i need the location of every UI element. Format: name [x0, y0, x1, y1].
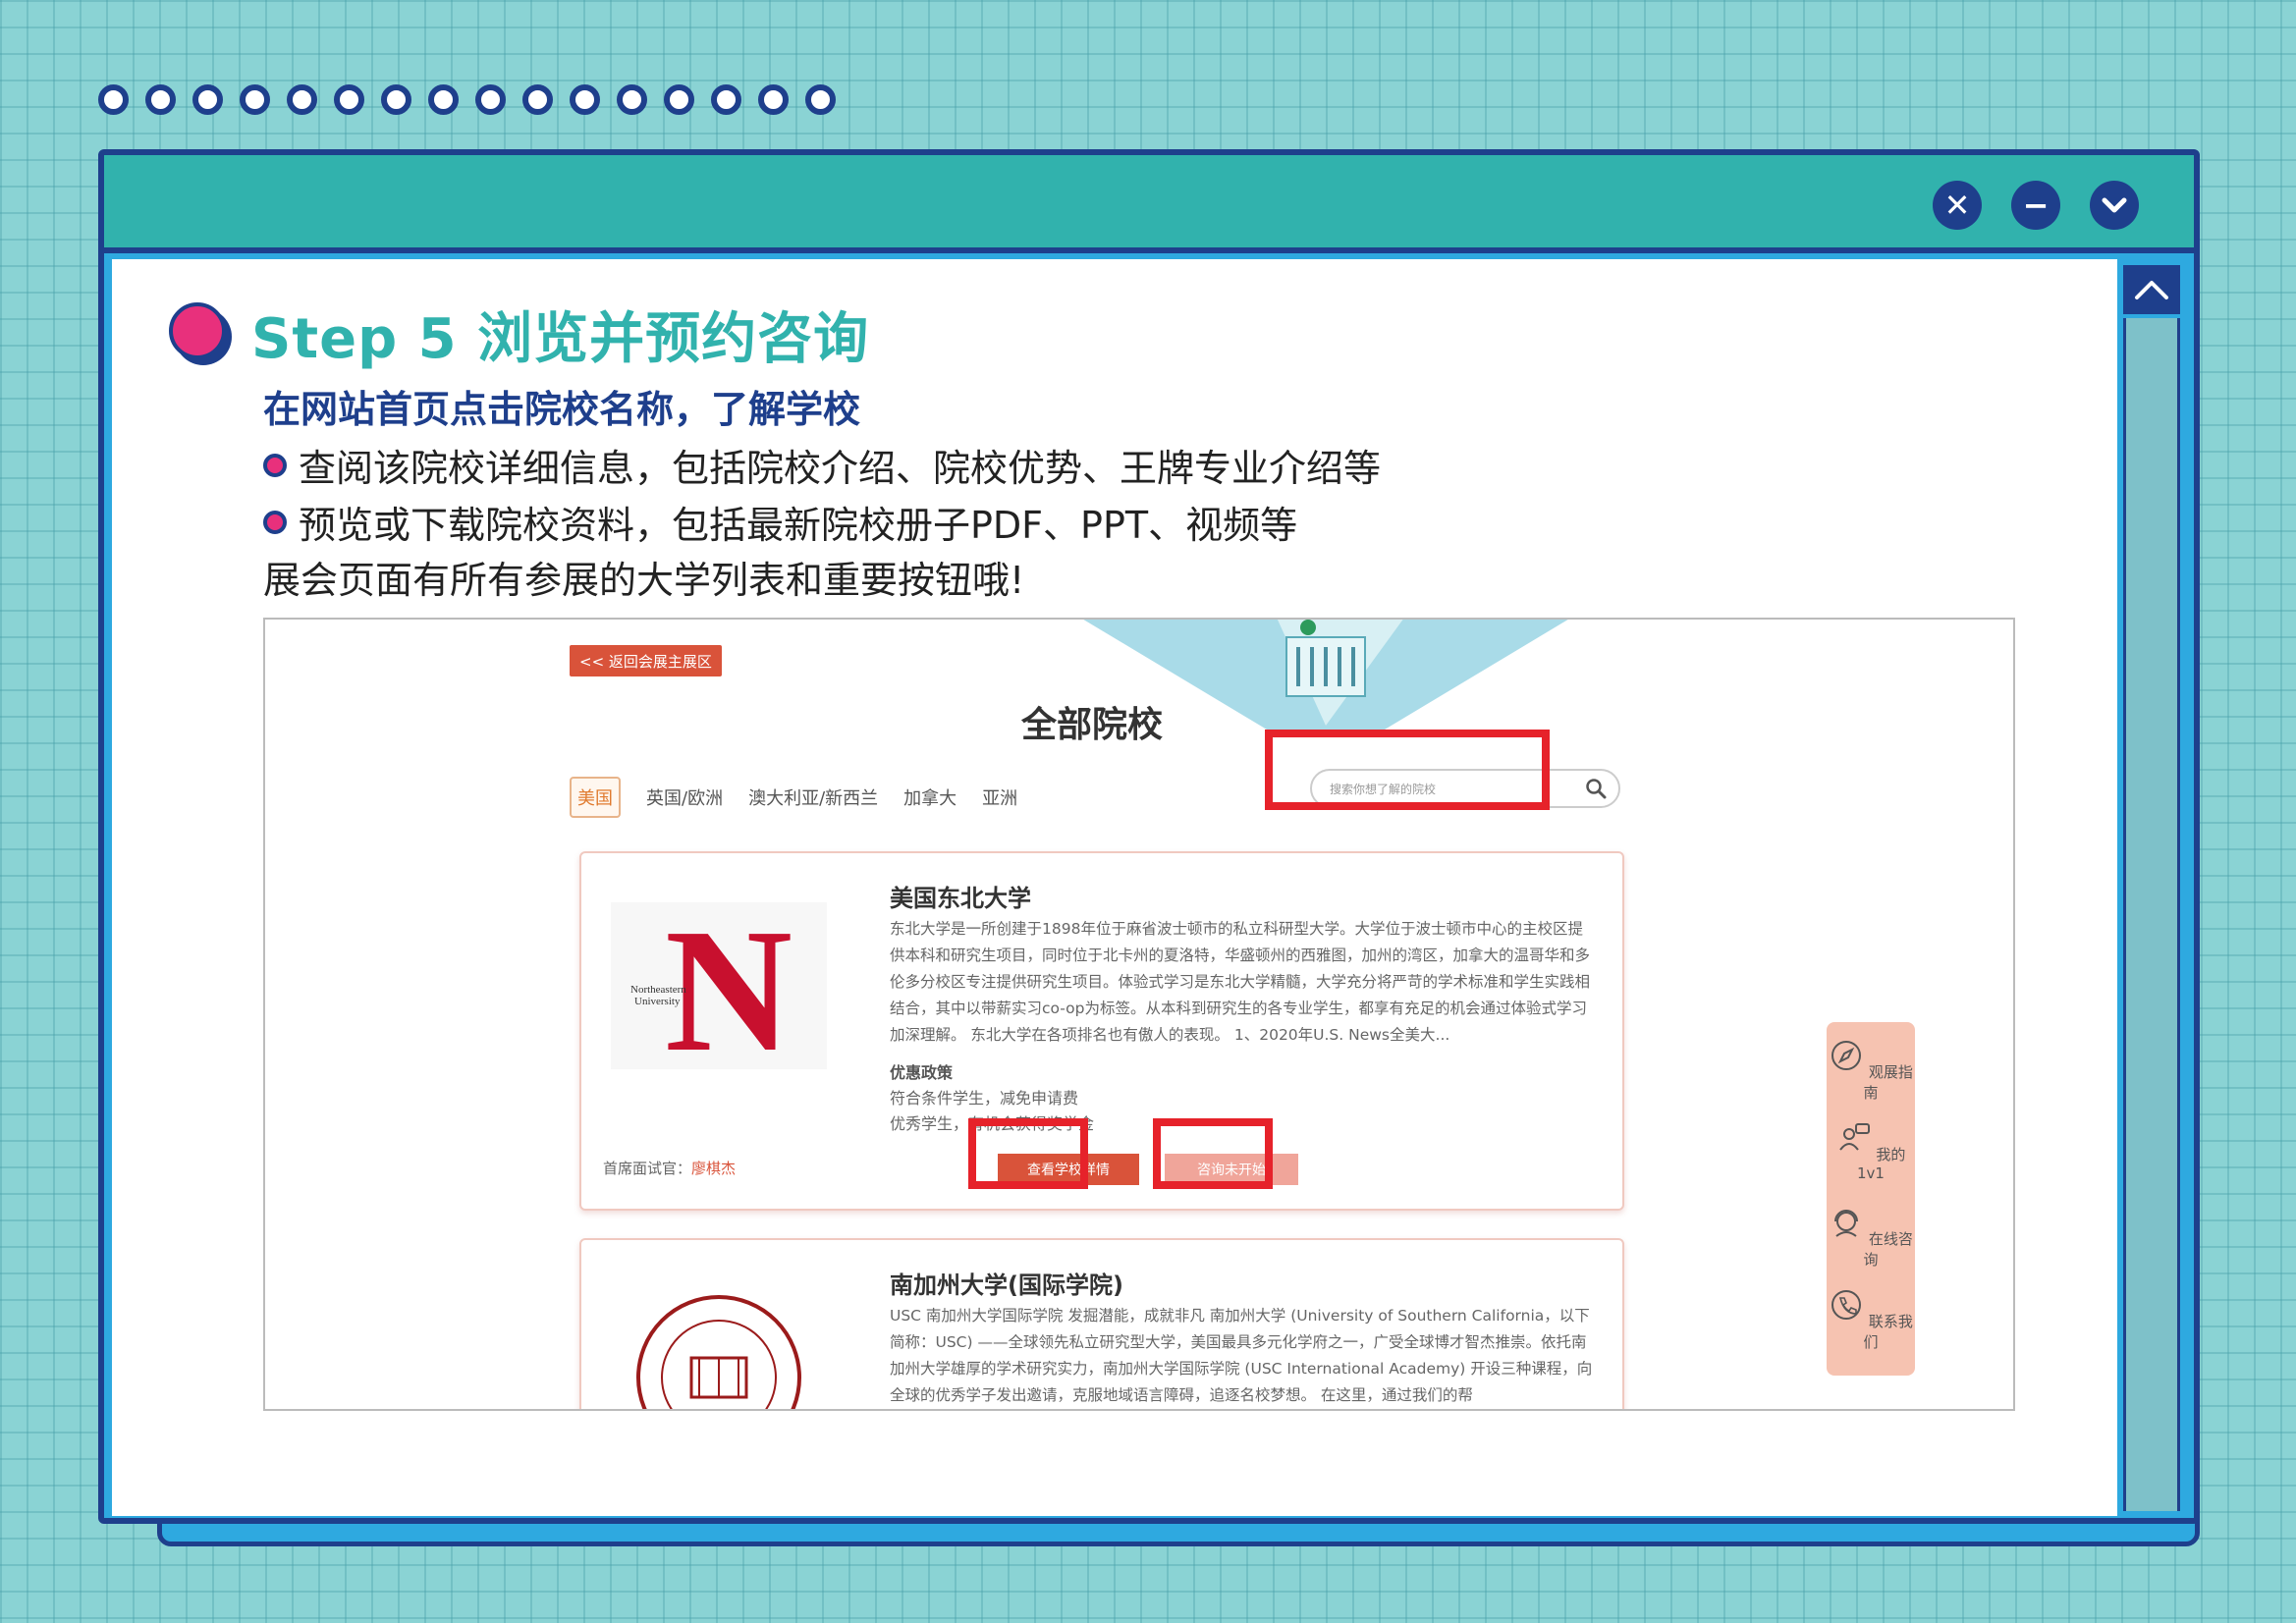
tab-canada[interactable]: 加拿大 — [903, 784, 957, 810]
perk-title: 优惠政策 — [890, 1063, 954, 1082]
school-description: 东北大学是一所创建于1898年位于麻省波士顿市的私立科研型大学。大学位于波士顿市… — [890, 920, 1591, 1044]
interviewer-label: 首席面试官： — [603, 1160, 692, 1177]
menu-label: 观展指南 — [1863, 1063, 1913, 1102]
tab-uk-europe[interactable]: 英国/欧洲 — [646, 784, 723, 810]
highlight-box-consult — [1153, 1118, 1273, 1189]
decorative-dots-row — [98, 84, 836, 115]
search-icon[interactable] — [1585, 778, 1607, 799]
decorative-dot — [381, 84, 411, 115]
school-name[interactable]: 南加州大学(国际学院) — [890, 1266, 1123, 1300]
scroll-track[interactable] — [2123, 318, 2180, 1511]
decorative-dot — [240, 84, 270, 115]
school-description: USC 南加州大学国际学院 发掘潜能，成就非凡 南加州大学 (Universit… — [890, 1307, 1593, 1404]
tab-usa[interactable]: 美国 — [570, 777, 621, 818]
usc-seal-logo — [636, 1295, 801, 1409]
people-chat-icon — [1838, 1123, 1870, 1151]
menu-online-consult[interactable]: 在线咨询 — [1827, 1205, 1915, 1270]
northeastern-logo: N Northeastern University — [611, 893, 827, 1088]
menu-label: 联系我们 — [1863, 1313, 1913, 1351]
minimize-icon[interactable]: − — [2011, 181, 2060, 230]
decorative-dot — [664, 84, 694, 115]
decorative-dot — [98, 84, 129, 115]
window-titlebar: ✕ − — [104, 155, 2194, 253]
decorative-dot — [522, 84, 553, 115]
perk-item: 符合条件学生，减免申请费 — [890, 1089, 1079, 1108]
pink-bullet-icon — [169, 301, 234, 367]
step-header: Step 5 浏览并预约咨询 — [169, 295, 869, 374]
bullet-line-1: 查阅该院校详细信息，包括院校介绍、院校优势、王牌专业介绍等 — [263, 438, 1381, 492]
close-icon[interactable]: ✕ — [1933, 181, 1982, 230]
chevron-down-icon[interactable] — [2090, 181, 2139, 230]
interviewer-name: 廖棋杰 — [691, 1160, 737, 1177]
decorative-dot — [475, 84, 506, 115]
scroll-up-icon[interactable] — [2123, 265, 2180, 314]
decorative-dot — [334, 84, 364, 115]
bullet-text-1: 查阅该院校详细信息，包括院校介绍、院校优势、王牌专业介绍等 — [299, 447, 1382, 490]
floating-quick-menu: 观展指南 我的1v1 在线咨询 联系我们 — [1827, 1022, 1915, 1376]
pink-dot-icon — [263, 510, 287, 534]
note-line: 展会页面有所有参展的大学列表和重要按钮哦! — [263, 559, 1025, 602]
decorative-dot — [428, 84, 459, 115]
decorative-dot — [805, 84, 836, 115]
tab-asia[interactable]: 亚洲 — [982, 784, 1017, 810]
decorative-dot — [711, 84, 741, 115]
decorative-dot — [287, 84, 317, 115]
decorative-dot — [570, 84, 600, 115]
step-title: Step 5 浏览并预约咨询 — [251, 307, 870, 371]
bullet-text-2: 预览或下载院校资料，包括最新院校册子PDF、PPT、视频等 — [299, 504, 1298, 547]
svg-text:University: University — [634, 996, 681, 1007]
headset-icon — [1834, 1210, 1859, 1237]
compass-icon — [1831, 1041, 1862, 1070]
decorative-dot — [145, 84, 176, 115]
window-content: Step 5 浏览并预约咨询 在网站首页点击院校名称，了解学校 查阅该院校详细信… — [112, 259, 2117, 1516]
tab-australia-nz[interactable]: 澳大利亚/新西兰 — [748, 784, 878, 810]
step-subtitle: 在网站首页点击院校名称，了解学校 — [263, 388, 861, 431]
decorative-dot — [617, 84, 647, 115]
menu-expo-guide[interactable]: 观展指南 — [1827, 1038, 1915, 1103]
pink-dot-icon — [263, 453, 287, 477]
school-card-usc[interactable]: 南加州大学(国际学院) USC 南加州大学国际学院 发掘潜能，成就非凡 南加州大… — [579, 1238, 1624, 1409]
decorative-dot — [192, 84, 223, 115]
app-window: ✕ − Step 5 浏览并预约咨询 在网站首页点击院校名称，了解学校 查阅该院… — [98, 149, 2200, 1524]
school-name[interactable]: 美国东北大学 — [890, 879, 1031, 913]
school-card-northeastern[interactable]: N Northeastern University 美国东北大学 东北大学是一所… — [579, 851, 1624, 1211]
svg-text:Northeastern: Northeastern — [630, 984, 686, 996]
website-screenshot: << 返回会展主展区 全部院校 美国 英国/欧洲 澳大利亚/新西兰 加拿大 亚洲… — [263, 618, 2015, 1411]
menu-my-1v1[interactable]: 我的1v1 — [1827, 1120, 1915, 1182]
back-to-hall-button[interactable]: << 返回会展主展区 — [570, 645, 722, 676]
highlight-box-details — [968, 1118, 1088, 1189]
window-scrollbar[interactable] — [2117, 259, 2186, 1516]
menu-contact-us[interactable]: 联系我们 — [1827, 1287, 1915, 1352]
bullet-line-2: 预览或下载院校资料，包括最新院校册子PDF、PPT、视频等 — [263, 495, 1297, 549]
region-tabs: 美国 英国/欧洲 澳大利亚/新西兰 加拿大 亚洲 — [570, 777, 1017, 818]
phone-icon — [1831, 1290, 1862, 1320]
highlight-box-search — [1265, 730, 1550, 810]
menu-label: 在线咨询 — [1863, 1230, 1913, 1269]
chief-interviewer: 首席面试官：廖棋杰 — [603, 1158, 736, 1178]
decorative-dot — [758, 84, 789, 115]
all-schools-title: 全部院校 — [1021, 705, 1164, 745]
